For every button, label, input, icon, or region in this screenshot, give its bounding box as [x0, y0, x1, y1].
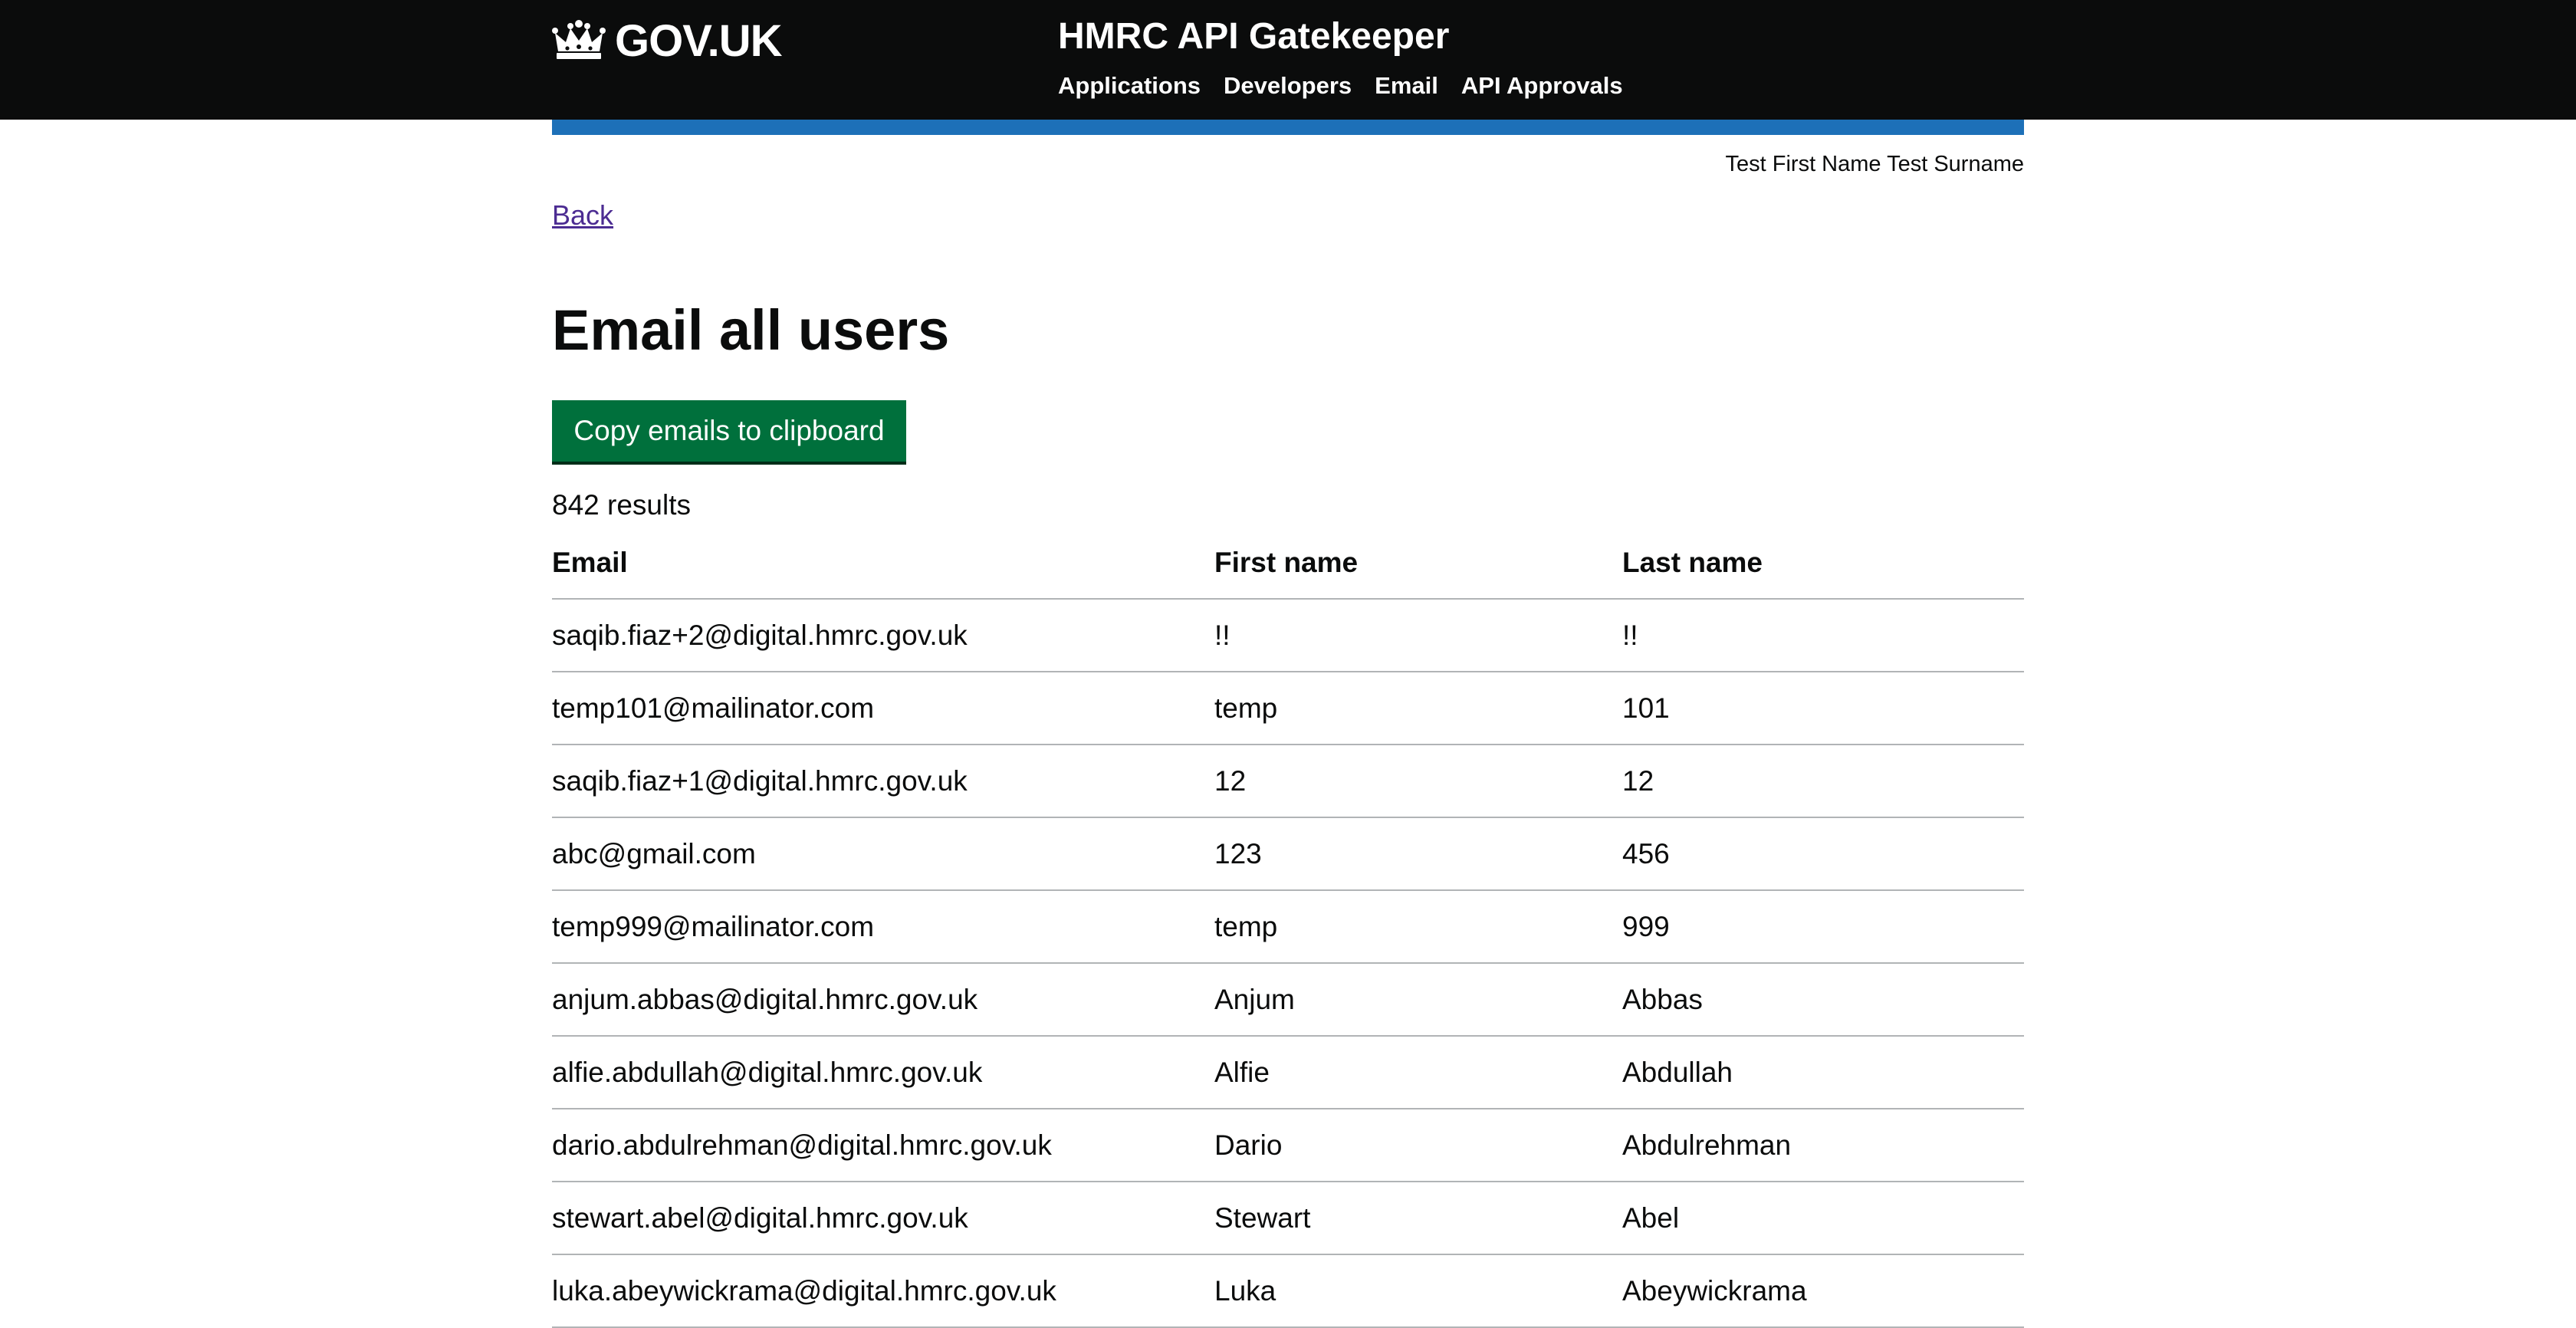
page-title: Email all users: [552, 298, 950, 362]
cell-first-name: temp: [1214, 890, 1622, 964]
table-header-row: Email First name Last name: [552, 528, 2024, 600]
table-row: luka.abeywickrama@digital.hmrc.gov.uk Lu…: [552, 1254, 2024, 1328]
crown-icon: [552, 20, 606, 59]
cell-first-name: 123: [1214, 817, 1622, 891]
users-table: Email First name Last name saqib.fiaz+2@…: [552, 528, 2024, 1328]
cell-first-name: temp: [1214, 672, 1622, 745]
cell-last-name: Abbas: [1622, 963, 2024, 1037]
table-row: saqib.fiaz+1@digital.hmrc.gov.uk 12 12: [552, 745, 2024, 818]
table-row: temp101@mailinator.com temp 101: [552, 672, 2024, 745]
cell-last-name: Abeywickrama: [1622, 1254, 2024, 1328]
cell-last-name: Abdullah: [1622, 1036, 2024, 1109]
cell-last-name: !!: [1622, 599, 2024, 672]
column-header-email: Email: [552, 528, 1214, 600]
nav-item-email[interactable]: Email: [1375, 72, 1438, 100]
cell-first-name: !!: [1214, 599, 1622, 672]
header-accent-bar: [552, 120, 2024, 135]
cell-email: stewart.abel@digital.hmrc.gov.uk: [552, 1182, 1214, 1255]
cell-last-name: Abdulrehman: [1622, 1109, 2024, 1182]
back-link[interactable]: Back: [552, 199, 613, 232]
table-row: saqib.fiaz+2@digital.hmrc.gov.uk !! !!: [552, 599, 2024, 672]
cell-last-name: Abel: [1622, 1182, 2024, 1255]
cell-email: temp999@mailinator.com: [552, 890, 1214, 964]
main-nav: Applications Developers Email API Approv…: [1058, 72, 1623, 100]
cell-email: luka.abeywickrama@digital.hmrc.gov.uk: [552, 1254, 1214, 1328]
govuk-logo-link[interactable]: GOV.UK: [552, 14, 782, 67]
cell-last-name: 456: [1622, 817, 2024, 891]
cell-email: dario.abdulrehman@digital.hmrc.gov.uk: [552, 1109, 1214, 1182]
cell-first-name: Alfie: [1214, 1036, 1622, 1109]
nav-item-applications[interactable]: Applications: [1058, 72, 1201, 100]
cell-first-name: 12: [1214, 745, 1622, 818]
cell-first-name: Stewart: [1214, 1182, 1622, 1255]
cell-last-name: 12: [1622, 745, 2024, 818]
nav-item-api-approvals[interactable]: API Approvals: [1461, 72, 1623, 100]
cell-first-name: Dario: [1214, 1109, 1622, 1182]
copy-emails-button[interactable]: Copy emails to clipboard: [552, 400, 906, 462]
results-count: 842 results: [552, 489, 691, 521]
table-row: abc@gmail.com 123 456: [552, 817, 2024, 891]
cell-email: anjum.abbas@digital.hmrc.gov.uk: [552, 963, 1214, 1037]
table-row: temp999@mailinator.com temp 999: [552, 890, 2024, 964]
table-row: dario.abdulrehman@digital.hmrc.gov.uk Da…: [552, 1109, 2024, 1182]
service-name[interactable]: HMRC API Gatekeeper: [1058, 15, 1449, 58]
cell-last-name: 999: [1622, 890, 2024, 964]
nav-item-developers[interactable]: Developers: [1224, 72, 1352, 100]
cell-email: saqib.fiaz+2@digital.hmrc.gov.uk: [552, 599, 1214, 672]
cell-email: temp101@mailinator.com: [552, 672, 1214, 745]
column-header-last-name: Last name: [1622, 528, 2024, 600]
site-header: GOV.UK HMRC API Gatekeeper Applications …: [0, 0, 2576, 120]
table-row: stewart.abel@digital.hmrc.gov.uk Stewart…: [552, 1182, 2024, 1255]
table-row: anjum.abbas@digital.hmrc.gov.uk Anjum Ab…: [552, 963, 2024, 1037]
cell-email: saqib.fiaz+1@digital.hmrc.gov.uk: [552, 745, 1214, 818]
cell-email: alfie.abdullah@digital.hmrc.gov.uk: [552, 1036, 1214, 1109]
table-row: alfie.abdullah@digital.hmrc.gov.uk Alfie…: [552, 1036, 2024, 1109]
cell-email: abc@gmail.com: [552, 817, 1214, 891]
cell-first-name: Anjum: [1214, 963, 1622, 1037]
logged-in-user-name: Test First Name Test Surname: [1725, 152, 2024, 176]
cell-first-name: Luka: [1214, 1254, 1622, 1328]
logo-text: GOV.UK: [615, 15, 782, 66]
column-header-first-name: First name: [1214, 528, 1622, 600]
cell-last-name: 101: [1622, 672, 2024, 745]
